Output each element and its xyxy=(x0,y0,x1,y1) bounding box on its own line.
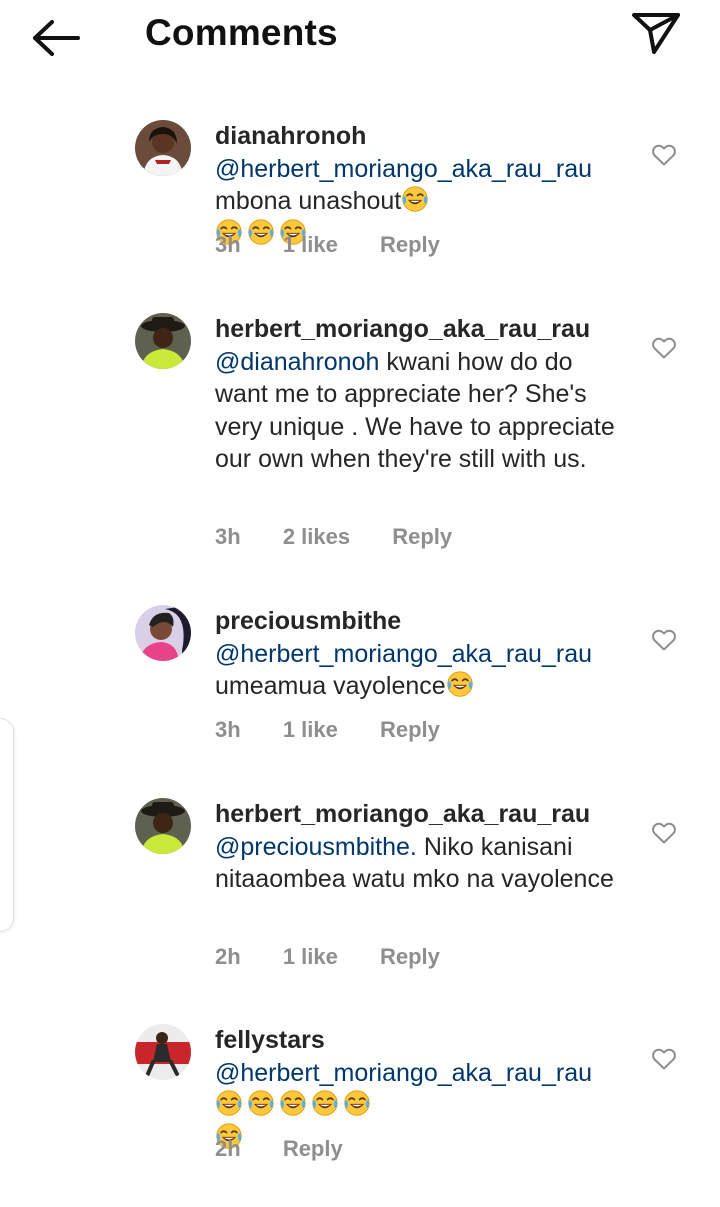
comment-likes[interactable]: 1 like xyxy=(283,232,338,257)
comment-meta: 3h 1 like Reply xyxy=(215,717,476,743)
joy-emoji-icon xyxy=(401,185,429,213)
joy-emoji-icon xyxy=(343,1089,371,1117)
comment-meta: 3h 2 likes Reply xyxy=(215,524,488,550)
joy-emoji-icon xyxy=(215,1089,243,1117)
comment-username[interactable]: preciousmbithe xyxy=(215,607,401,635)
joy-emoji-icon xyxy=(446,670,474,698)
comment-time: 3h xyxy=(215,232,241,257)
avatar[interactable] xyxy=(135,120,191,176)
heart-icon[interactable] xyxy=(651,628,677,652)
comment-text: herbert_moriango_aka_rau_rau @dianahrono… xyxy=(215,313,627,476)
comment-likes[interactable]: 2 likes xyxy=(283,524,350,549)
comment-time: 2h xyxy=(215,1136,241,1161)
comment-message: mbona unashout xyxy=(215,187,402,215)
comment-meta: 3h 1 like Reply xyxy=(215,232,476,258)
joy-emoji-icon xyxy=(279,1089,307,1117)
comment-username[interactable]: herbert_moriango_aka_rau_rau xyxy=(215,800,590,828)
comment-mention[interactable]: @herbert_moriango_aka_rau_rau xyxy=(215,1059,592,1087)
comment-username[interactable]: fellystars xyxy=(215,1026,325,1054)
comment-meta: 2h 1 like Reply xyxy=(215,944,476,970)
reply-button[interactable]: Reply xyxy=(380,944,440,969)
avatar[interactable] xyxy=(135,798,191,854)
avatar[interactable] xyxy=(135,605,191,661)
comment-text: fellystars @herbert_moriango_aka_rau_rau xyxy=(215,1024,627,1154)
comment-likes[interactable]: 1 like xyxy=(283,717,338,742)
heart-icon[interactable] xyxy=(651,821,677,845)
heart-icon[interactable] xyxy=(651,336,677,360)
reply-button[interactable]: Reply xyxy=(380,717,440,742)
reply-button[interactable]: Reply xyxy=(283,1136,343,1161)
comment-text: dianahronoh @herbert_moriango_aka_rau_ra… xyxy=(215,120,627,250)
comment-likes[interactable]: 1 like xyxy=(283,944,338,969)
heart-icon[interactable] xyxy=(651,143,677,167)
comment-time: 2h xyxy=(215,944,241,969)
avatar[interactable] xyxy=(135,1024,191,1080)
comment-username[interactable]: dianahronoh xyxy=(215,122,366,150)
comment-text: herbert_moriango_aka_rau_rau @preciousmb… xyxy=(215,798,627,896)
comment-text: preciousmbithe @herbert_moriango_aka_rau… xyxy=(215,605,627,703)
avatar[interactable] xyxy=(135,313,191,369)
reply-button[interactable]: Reply xyxy=(392,524,452,549)
comment-username[interactable]: herbert_moriango_aka_rau_rau xyxy=(215,315,590,343)
comment-mention[interactable]: @dianahronoh xyxy=(215,348,379,376)
comment-mention[interactable]: @herbert_moriango_aka_rau_rau xyxy=(215,640,592,668)
joy-emoji-icon xyxy=(247,1089,275,1117)
comment-time: 3h xyxy=(215,524,241,549)
comment-message: umeamua vayolence xyxy=(215,672,446,700)
heart-icon[interactable] xyxy=(651,1047,677,1071)
comment-mention[interactable]: @herbert_moriango_aka_rau_rau xyxy=(215,155,592,183)
joy-emoji-icon xyxy=(311,1089,339,1117)
reply-button[interactable]: Reply xyxy=(380,232,440,257)
comments-list: dianahronoh @herbert_moriango_aka_rau_ra… xyxy=(0,0,720,1207)
comment-meta: 2h Reply xyxy=(215,1136,379,1162)
comment-time: 3h xyxy=(215,717,241,742)
comment-mention[interactable]: @preciousmbithe. xyxy=(215,833,417,861)
